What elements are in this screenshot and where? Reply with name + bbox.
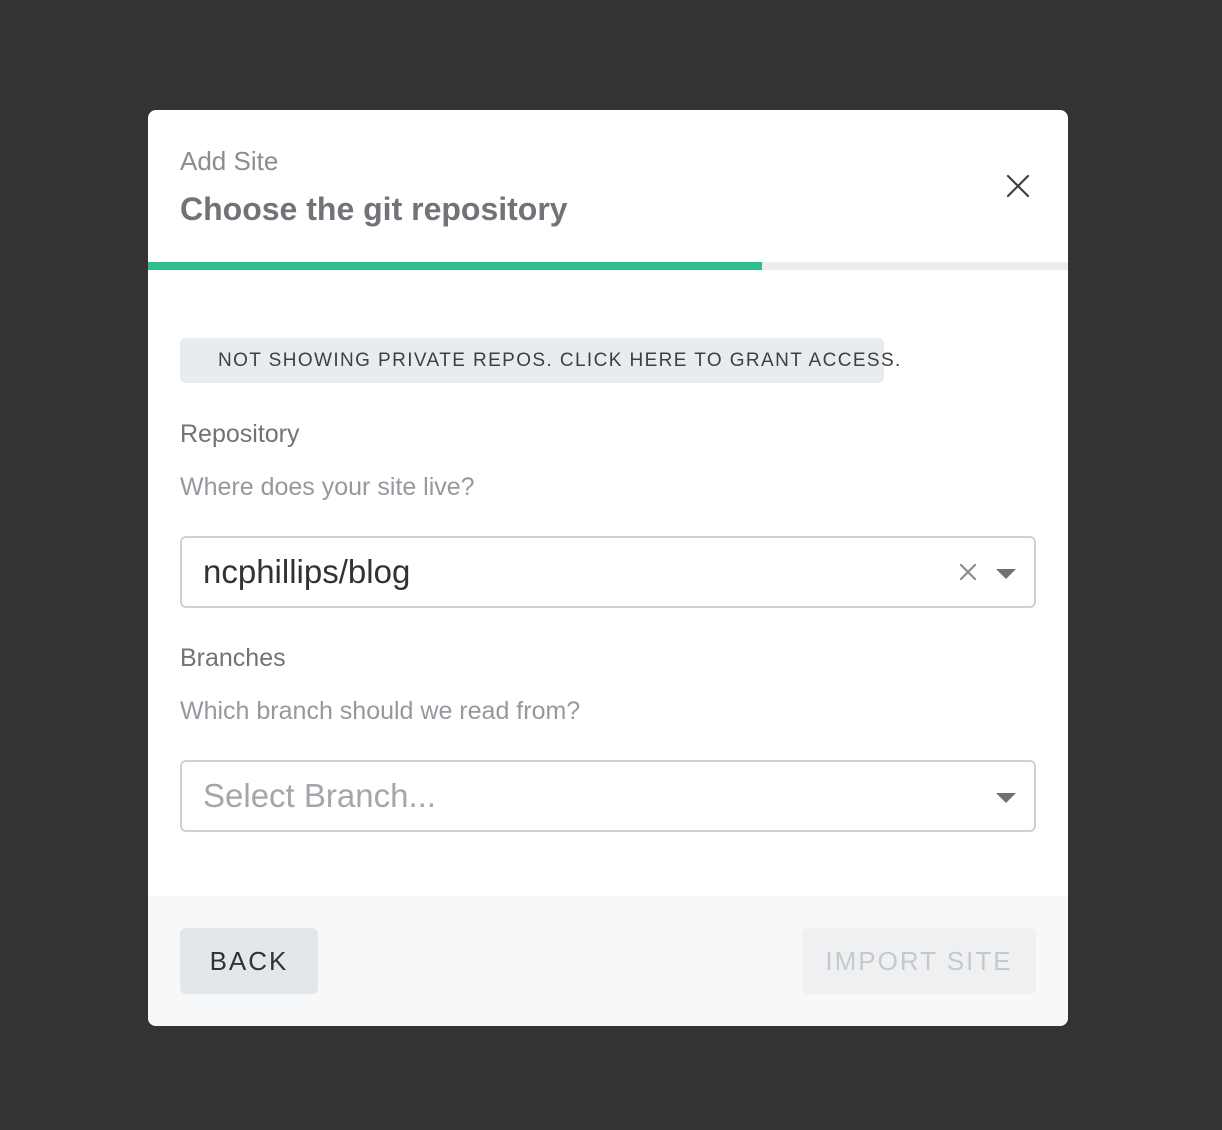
repository-help: Where does your site live? <box>180 473 475 501</box>
branch-select[interactable]: Select Branch... <box>180 760 1036 832</box>
chevron-down-icon[interactable] <box>994 791 1018 805</box>
close-icon <box>1006 174 1030 198</box>
back-button[interactable]: BACK <box>180 928 318 994</box>
repository-select[interactable]: ncphillips/blog <box>180 536 1036 608</box>
add-site-modal: Add Site Choose the git repository NOT S… <box>148 110 1068 1026</box>
repository-clear-button[interactable] <box>956 560 980 584</box>
close-button[interactable] <box>1000 168 1036 204</box>
modal-footer: BACK IMPORT SITE <box>148 896 1068 1026</box>
modal-title: Choose the git repository <box>180 191 568 227</box>
branches-help: Which branch should we read from? <box>180 697 581 725</box>
branches-label: Branches <box>180 644 286 672</box>
modal-header: Add Site Choose the git repository <box>148 110 1068 262</box>
notice-text: NOT SHOWING PRIVATE REPOS. CLICK HERE TO… <box>218 349 902 371</box>
modal-eyebrow: Add Site <box>180 146 279 176</box>
clear-icon <box>959 563 977 581</box>
branch-select-placeholder: Select Branch... <box>203 777 436 814</box>
repository-label: Repository <box>180 420 300 448</box>
private-repos-notice[interactable]: NOT SHOWING PRIVATE REPOS. CLICK HERE TO… <box>180 338 900 383</box>
repository-select-value: ncphillips/blog <box>203 553 411 590</box>
import-site-button[interactable]: IMPORT SITE <box>802 928 1036 994</box>
progress-bar <box>148 262 1068 270</box>
progress-bar-fill <box>148 262 762 270</box>
chevron-down-icon[interactable] <box>994 567 1018 581</box>
